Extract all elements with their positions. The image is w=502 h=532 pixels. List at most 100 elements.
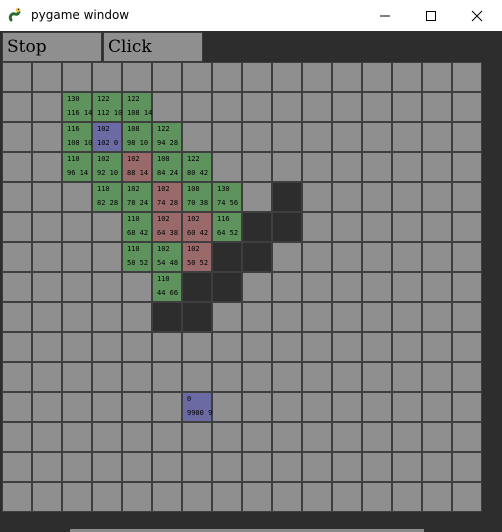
grid-cell[interactable] (392, 482, 422, 512)
grid-cell[interactable] (242, 302, 272, 332)
grid-cell[interactable] (452, 422, 482, 452)
grid-cell[interactable] (62, 452, 92, 482)
grid-cell[interactable] (302, 92, 332, 122)
grid-cell[interactable] (152, 452, 182, 482)
grid-cell[interactable] (392, 272, 422, 302)
grid-cell[interactable] (62, 422, 92, 452)
grid-cell[interactable] (212, 392, 242, 422)
grid-cell[interactable] (92, 362, 122, 392)
grid-cell[interactable] (2, 212, 32, 242)
grid-cell-wall[interactable] (152, 302, 182, 332)
grid-cell[interactable] (182, 92, 212, 122)
grid-cell[interactable] (122, 302, 152, 332)
grid-cell[interactable] (2, 182, 32, 212)
grid-cell[interactable] (2, 452, 32, 482)
grid-cell[interactable] (332, 332, 362, 362)
grid-cell[interactable] (62, 272, 92, 302)
grid-cell[interactable] (212, 302, 242, 332)
grid-cell[interactable] (362, 392, 392, 422)
grid-cell[interactable] (452, 92, 482, 122)
grid-cell[interactable] (452, 362, 482, 392)
grid-cell[interactable] (242, 362, 272, 392)
grid-cell[interactable] (302, 122, 332, 152)
grid-cell-open[interactable]: 110 82 28 (92, 182, 122, 212)
grid-cell[interactable] (182, 332, 212, 362)
maximize-button[interactable] (408, 0, 454, 31)
grid-cell[interactable] (302, 272, 332, 302)
grid-cell[interactable] (332, 302, 362, 332)
grid-cell[interactable] (362, 452, 392, 482)
grid-cell[interactable] (152, 482, 182, 512)
grid-cell[interactable] (332, 182, 362, 212)
grid-cell[interactable] (302, 452, 332, 482)
grid-cell[interactable] (272, 332, 302, 362)
grid-cell[interactable] (392, 422, 422, 452)
grid-cell[interactable] (92, 392, 122, 422)
grid-cell[interactable] (452, 332, 482, 362)
grid-cell[interactable] (182, 362, 212, 392)
grid-cell[interactable] (32, 452, 62, 482)
grid-cell[interactable] (32, 152, 62, 182)
grid-cell[interactable] (452, 122, 482, 152)
grid-cell[interactable] (2, 122, 32, 152)
grid-cell[interactable] (452, 452, 482, 482)
grid-cell[interactable] (32, 272, 62, 302)
grid-cell[interactable] (452, 182, 482, 212)
grid-cell[interactable] (242, 182, 272, 212)
grid-cell-open[interactable]: 110 68 42 (122, 212, 152, 242)
grid-cell[interactable] (422, 482, 452, 512)
grid-cell[interactable] (92, 302, 122, 332)
grid-cell[interactable] (122, 272, 152, 302)
grid-cell[interactable] (242, 452, 272, 482)
grid-cell[interactable] (422, 182, 452, 212)
grid-cell[interactable] (32, 422, 62, 452)
grid-cell[interactable] (2, 482, 32, 512)
grid-cell[interactable] (212, 122, 242, 152)
grid-cell[interactable] (152, 92, 182, 122)
grid-cell[interactable] (242, 392, 272, 422)
grid-cell[interactable] (212, 452, 242, 482)
grid-cell[interactable] (182, 452, 212, 482)
grid-cell-closed[interactable]: 102 50 52 (182, 242, 212, 272)
grid-cell[interactable] (392, 182, 422, 212)
grid-cell[interactable] (2, 362, 32, 392)
grid-cell[interactable] (272, 392, 302, 422)
grid-cell[interactable] (452, 242, 482, 272)
grid-cell[interactable] (272, 302, 302, 332)
grid-cell[interactable] (302, 242, 332, 272)
grid-cell-open[interactable]: 110 96 14 (62, 152, 92, 182)
grid-cell[interactable] (452, 152, 482, 182)
grid-cell[interactable] (122, 62, 152, 92)
grid-cell[interactable] (422, 452, 452, 482)
grid-cell[interactable] (122, 332, 152, 362)
grid-cell[interactable] (392, 212, 422, 242)
grid-cell-open[interactable]: 108 70 38 (182, 182, 212, 212)
grid-cell[interactable] (242, 122, 272, 152)
grid-cell[interactable] (362, 422, 392, 452)
grid-cell[interactable] (92, 212, 122, 242)
grid-cell-open[interactable]: 110 58 52 (122, 242, 152, 272)
grid-cell[interactable] (422, 422, 452, 452)
close-button[interactable] (454, 0, 500, 31)
grid-cell[interactable] (2, 392, 32, 422)
grid-cell[interactable] (62, 242, 92, 272)
grid-cell-open[interactable]: 130 74 56 (212, 182, 242, 212)
grid-cell-wall[interactable] (212, 242, 242, 272)
grid-cell[interactable] (2, 92, 32, 122)
grid-cell[interactable] (212, 362, 242, 392)
grid-cell[interactable] (452, 272, 482, 302)
grid-cell[interactable] (392, 302, 422, 332)
grid-cell[interactable] (422, 122, 452, 152)
grid-cell[interactable] (392, 92, 422, 122)
grid-cell[interactable] (302, 422, 332, 452)
grid-cell[interactable] (92, 482, 122, 512)
grid-cell[interactable] (332, 452, 362, 482)
grid-cell[interactable] (242, 92, 272, 122)
grid-cell[interactable] (92, 422, 122, 452)
grid-cell[interactable] (422, 332, 452, 362)
grid-cell[interactable] (62, 182, 92, 212)
grid-cell[interactable] (302, 362, 332, 392)
grid-cell[interactable] (62, 212, 92, 242)
grid-cell[interactable] (302, 62, 332, 92)
grid-cell-closed[interactable]: 102 64 38 (152, 212, 182, 242)
